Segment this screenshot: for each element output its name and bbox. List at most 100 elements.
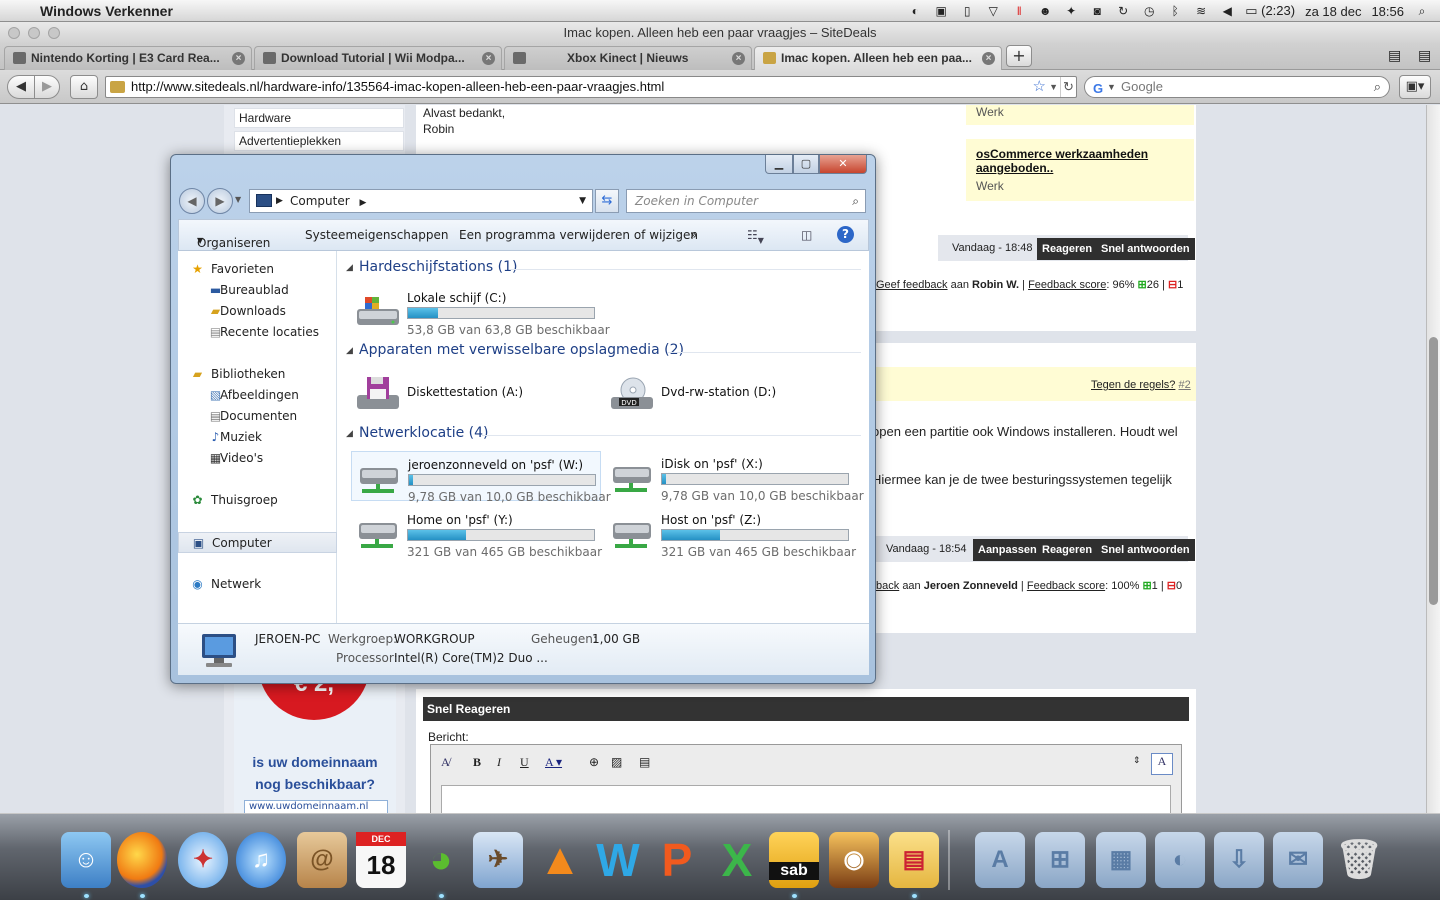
drive-x[interactable]: iDisk on 'psf' (X:) 9,78 GB van 10,0 GB … — [605, 451, 864, 503]
ad-item-2[interactable]: osCommerce werkzaamheden aangeboden.. We… — [966, 139, 1194, 201]
post-number-link[interactable]: #2 — [1178, 379, 1190, 391]
message-textarea[interactable] — [441, 785, 1171, 813]
group-network-locations[interactable]: Netwerklocatie (4) — [359, 425, 489, 441]
tab-xbox[interactable]: Xbox Kinect | Nieuws × — [504, 46, 752, 70]
tab-close-icon[interactable]: × — [482, 52, 495, 65]
resize-icon[interactable]: ⇕ — [1133, 755, 1141, 766]
tab-close-icon[interactable]: × — [982, 52, 995, 65]
mode-toggle-icon[interactable]: A — [1151, 753, 1173, 775]
maximize-button[interactable]: ▢ — [793, 155, 819, 174]
tab-menu-icon[interactable]: ▤ — [1418, 48, 1431, 64]
search-input[interactable]: G ▼ Google ⌕ — [1084, 76, 1390, 98]
nav-computer[interactable]: ▣ Computer — [178, 532, 337, 553]
nav-recent[interactable]: ▤ Recente locaties — [178, 322, 337, 343]
menubar-time[interactable]: 18:56 — [1371, 4, 1404, 19]
edit-button[interactable]: Aanpassen — [973, 539, 1042, 561]
active-app-name[interactable]: Windows Verkenner — [40, 3, 173, 19]
breadcrumb-separator-icon[interactable]: ▶ — [359, 198, 366, 208]
back-button[interactable]: ◀ — [7, 75, 35, 99]
help-icon[interactable]: ? — [837, 226, 854, 243]
underline-icon[interactable]: U — [520, 755, 529, 770]
tab-wii[interactable]: Download Tutorial | Wii Modpa... × — [254, 46, 502, 70]
minimize-window-button[interactable] — [28, 27, 40, 39]
nav-network[interactable]: ◉ Netwerk — [178, 574, 337, 595]
top-secret-stack-icon[interactable]: ✉ — [1273, 832, 1323, 888]
search-icon[interactable]: ⌕ — [852, 190, 859, 212]
nav-homegroup[interactable]: ✿ Thuisgroep — [178, 490, 337, 511]
feedback-link[interactable]: Geef feedback — [876, 279, 948, 291]
drive-d[interactable]: DVD Dvd-rw-station (D:) — [605, 367, 855, 417]
sidebar-link-hardware[interactable]: Hardware — [234, 108, 404, 128]
quick-reply-button[interactable]: Snel antwoorden — [1096, 238, 1195, 260]
domain-ad[interactable]: € 2, is uw domeinnaam nog beschikbaar? w… — [234, 662, 396, 813]
nav-videos[interactable]: ▦ Video's — [178, 448, 337, 469]
excel-icon[interactable]: X — [712, 832, 762, 888]
sync-icon[interactable]: ↻ — [1115, 4, 1131, 18]
explorer-forward-button[interactable]: ▶ — [207, 188, 233, 214]
drive-z[interactable]: Host on 'psf' (Z:) 321 GB van 465 GB bes… — [605, 507, 856, 559]
bookmark-star-icon[interactable]: ☆ — [1033, 77, 1046, 97]
parallels-icon[interactable]: ‖ — [1011, 4, 1027, 18]
vlc-icon[interactable]: ▲ — [535, 832, 585, 888]
page-scrollbar[interactable] — [1426, 105, 1440, 813]
address-text[interactable]: Computer — [290, 194, 350, 208]
ad-item-1[interactable]: Werk — [966, 105, 1194, 125]
windows-stack-icon[interactable]: ⊞ — [1035, 832, 1085, 888]
nav-favorites[interactable]: ★ Favorieten — [178, 259, 337, 280]
domain-input[interactable]: www.uwdomeinnaam.nl — [244, 800, 388, 813]
menubar-date[interactable]: za 18 dec — [1305, 4, 1361, 19]
device-icon[interactable]: ▯ — [959, 4, 975, 18]
site-identity-icon[interactable] — [110, 81, 125, 93]
adium-icon[interactable]: ◕ — [416, 832, 466, 888]
drive-c[interactable]: Lokale schijf (C:) 53,8 GB van 63,8 GB b… — [351, 285, 610, 337]
reply-button[interactable]: Reageren — [1037, 539, 1098, 561]
refresh-icon[interactable]: ⇆ — [595, 189, 619, 213]
tab-sitedeals[interactable]: Imac kopen. Alleen heb een paa... × — [754, 46, 1002, 70]
preview-pane-icon[interactable]: ◫ — [801, 228, 812, 242]
close-button[interactable]: ✕ — [819, 155, 867, 174]
minimize-button[interactable]: ▁ — [765, 155, 793, 174]
itunes-icon[interactable]: ♫ — [236, 832, 286, 888]
bird-icon[interactable]: ✦ — [1063, 4, 1079, 18]
volume-icon[interactable]: ◀ — [1219, 4, 1235, 18]
volume-extra-icon[interactable]: ◐ — [907, 4, 923, 18]
new-tab-button[interactable]: + — [1006, 45, 1032, 67]
group-removable[interactable]: Apparaten met verwisselbare opslagmedia … — [359, 342, 684, 358]
battery-status[interactable]: ▭ (2:23) — [1245, 3, 1295, 19]
sidebar-link-advertentieplekken[interactable]: Advertentieplekken — [234, 131, 404, 151]
explorer-back-button[interactable]: ◀ — [179, 188, 205, 214]
display-icon[interactable]: ▣ — [933, 4, 949, 18]
bluetooth-icon[interactable]: ᛒ — [1167, 4, 1183, 18]
scrollbar-thumb[interactable] — [1429, 337, 1438, 605]
breadcrumb-separator-icon[interactable]: ▶ — [276, 190, 283, 212]
collapse-arrow-icon[interactable]: ◢ — [346, 346, 353, 356]
font-color-icon[interactable]: A ▾ — [545, 755, 562, 770]
username[interactable]: Jeroen Zonneveld — [924, 580, 1018, 592]
word-icon[interactable]: W — [593, 832, 643, 888]
movies-stack-icon[interactable]: ▦ — [1096, 832, 1146, 888]
folder-utility-icon[interactable]: ▤ — [889, 832, 939, 888]
home-button[interactable]: ⌂ — [70, 75, 98, 99]
feedback-link[interactable]: back — [876, 580, 899, 592]
bold-icon[interactable]: B — [473, 755, 481, 770]
reload-icon[interactable]: ↻ — [1060, 77, 1074, 97]
nav-documents[interactable]: ▤ Documenten — [178, 406, 337, 427]
system-properties-button[interactable]: Systeemeigenschappen — [305, 228, 448, 242]
nav-desktop[interactable]: ▬ Bureaublad — [178, 280, 337, 301]
quick-reply-button[interactable]: Snel antwoorden — [1096, 539, 1195, 561]
collapse-arrow-icon[interactable]: ◢ — [346, 429, 353, 439]
downloads-stack-icon[interactable]: ⇩ — [1214, 832, 1264, 888]
powerpoint-icon[interactable]: P — [652, 832, 702, 888]
group-hard-drives[interactable]: Hardeschijfstations (1) — [359, 259, 517, 275]
applications-stack-icon[interactable]: A — [975, 832, 1025, 888]
zoom-window-button[interactable] — [48, 27, 60, 39]
ad-title-link[interactable]: osCommerce werkzaamheden aangeboden.. — [976, 147, 1156, 175]
recent-pages-icon[interactable]: ▼ — [235, 195, 241, 204]
image-icon[interactable]: ▨ — [611, 755, 622, 770]
tab-close-icon[interactable]: × — [732, 52, 745, 65]
google-icon[interactable]: G — [1093, 79, 1103, 99]
tab-nintendo[interactable]: Nintendo Korting | E3 Card Rea... × — [4, 46, 252, 70]
tab-close-icon[interactable]: × — [232, 52, 245, 65]
time-machine-icon[interactable]: ◷ — [1141, 4, 1157, 18]
uninstall-program-button[interactable]: Een programma verwijderen of wijzigen — [459, 228, 698, 242]
